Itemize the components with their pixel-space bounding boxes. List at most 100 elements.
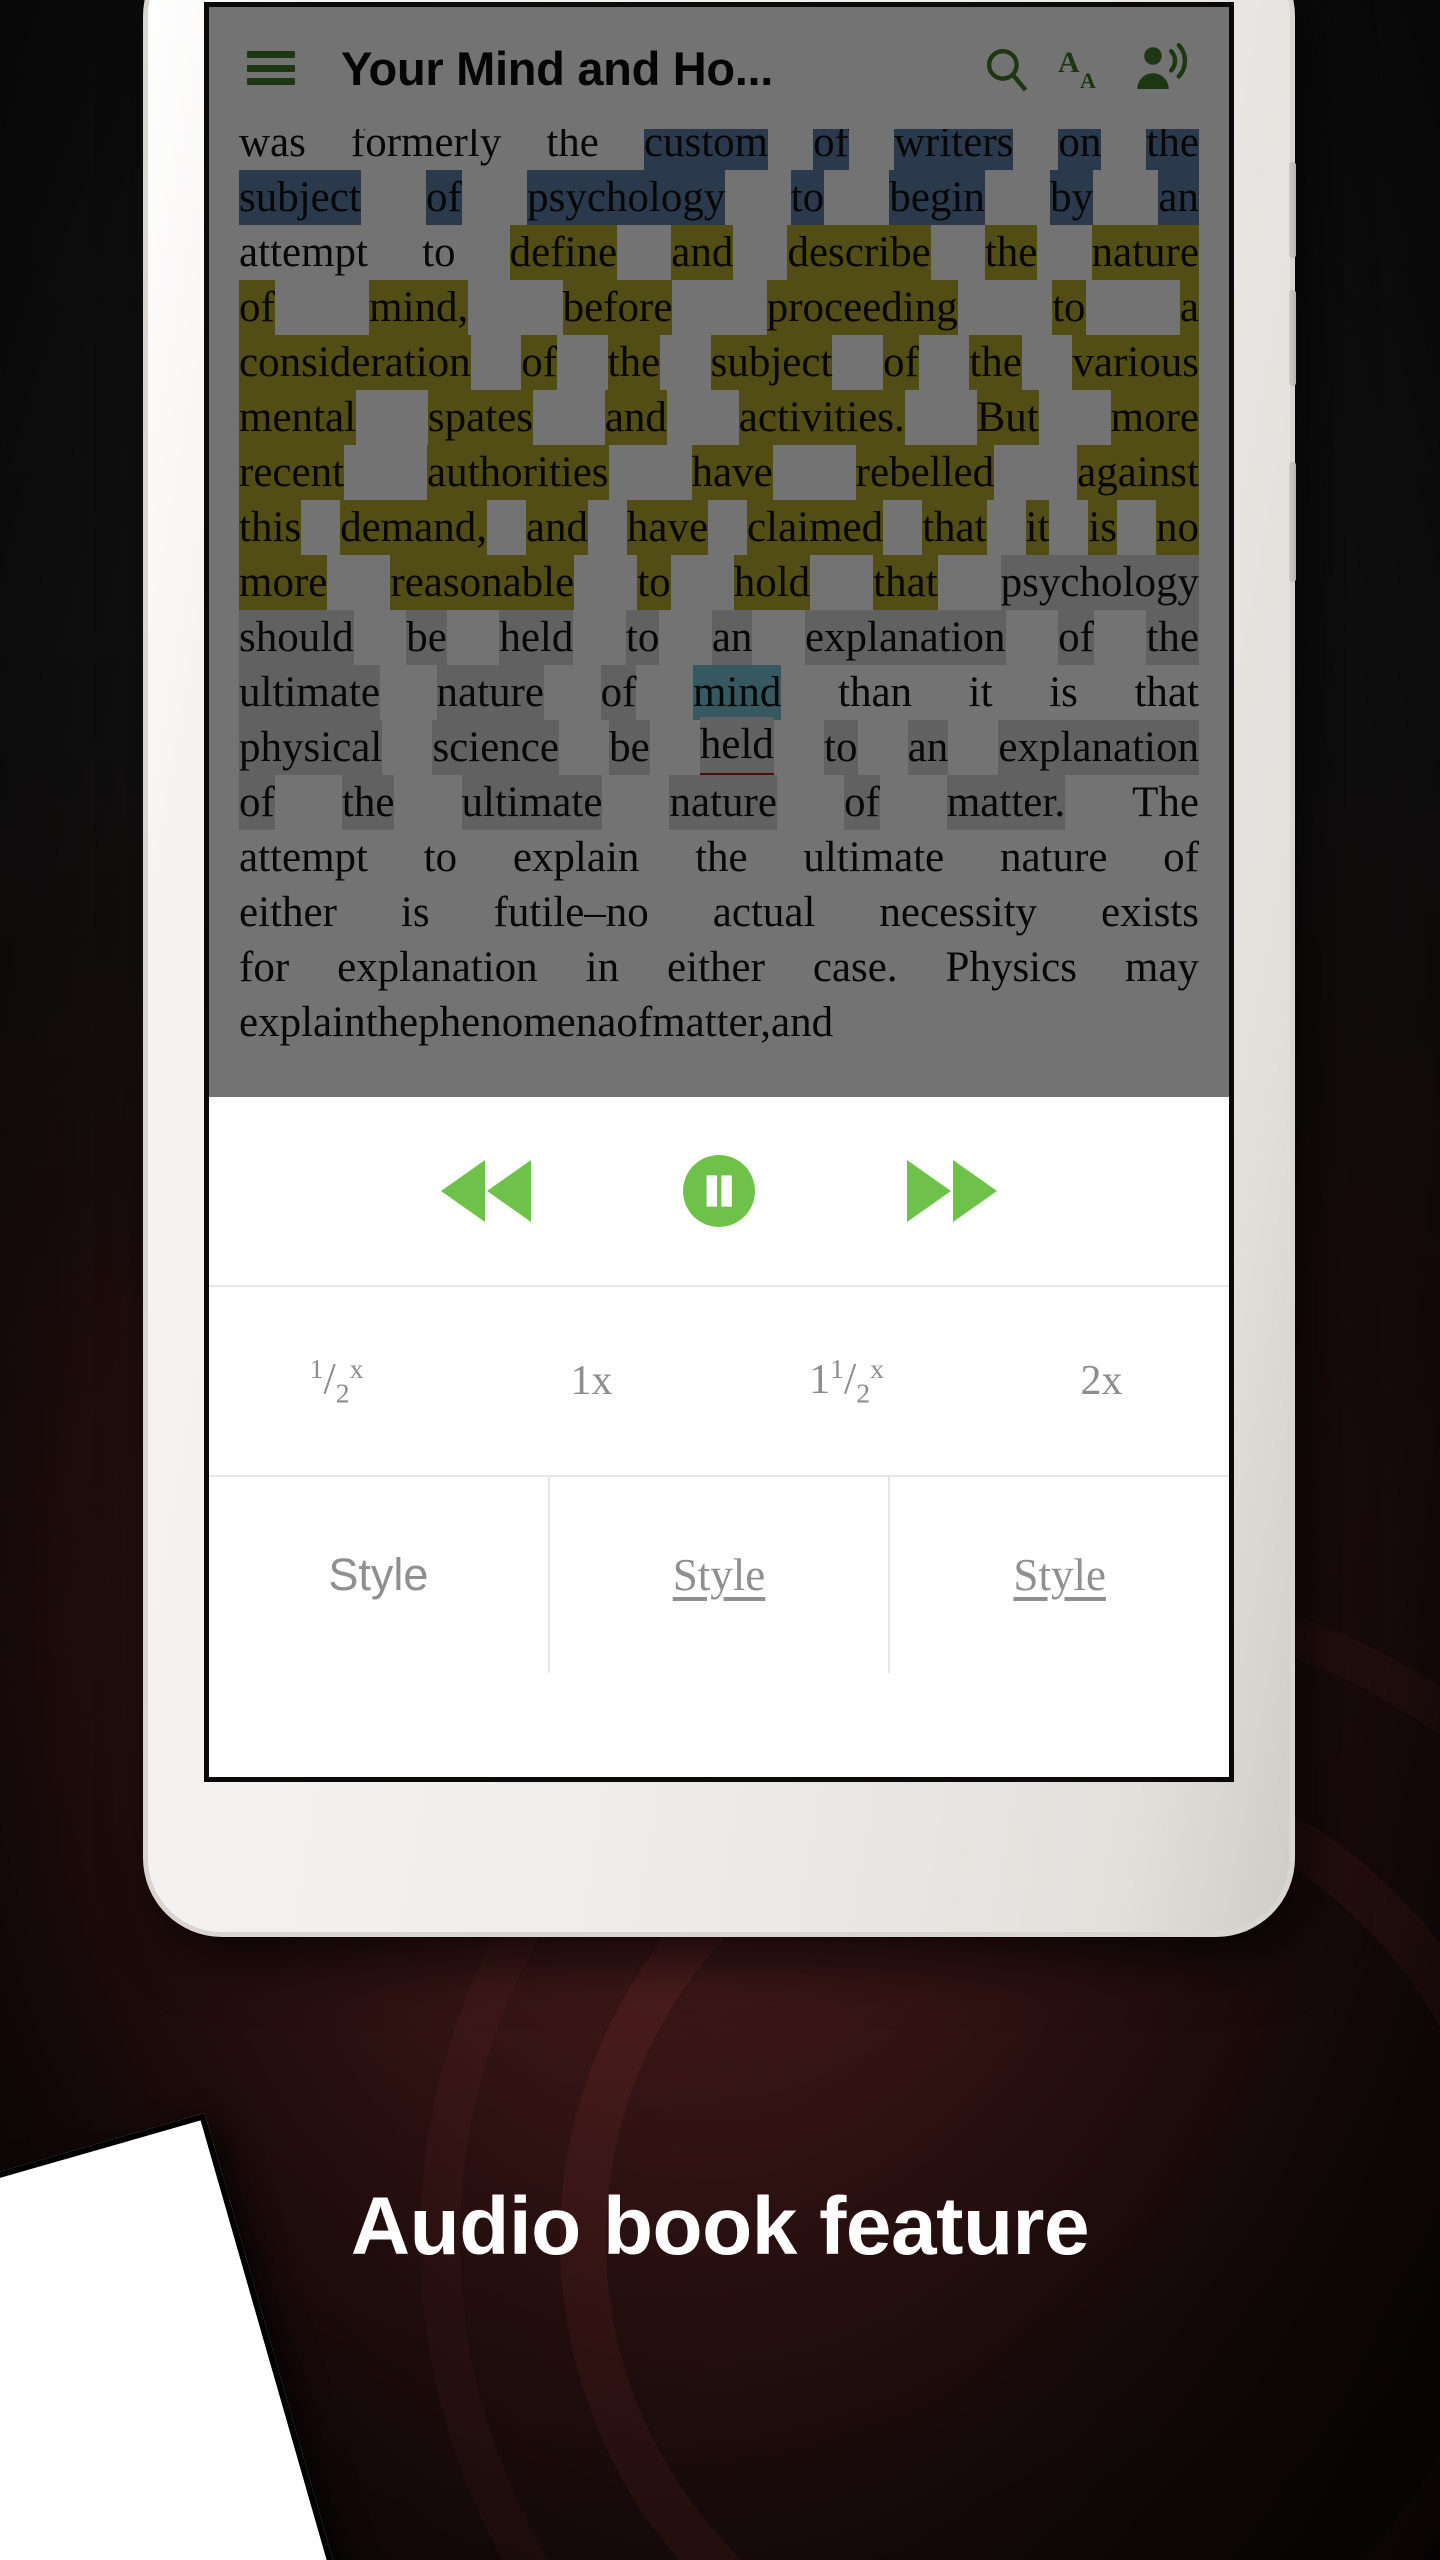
book-word: this — [239, 500, 302, 555]
book-word: a — [1179, 280, 1199, 335]
book-word: nature — [436, 665, 544, 720]
book-word: matter, — [652, 999, 772, 1046]
book-word: define — [509, 225, 618, 280]
app-bar: Your Mind and Ho... A A — [209, 7, 1229, 129]
book-word: explanation — [998, 720, 1199, 775]
book-word: explanation — [804, 610, 1006, 665]
speed-one-suffix: x — [591, 1358, 613, 1404]
svg-text:A: A — [1080, 68, 1096, 93]
svg-text:A: A — [1058, 46, 1080, 79]
book-word: explain — [239, 999, 366, 1046]
search-icon[interactable] — [967, 29, 1045, 107]
book-word: either — [239, 889, 337, 936]
book-word: of — [239, 775, 275, 830]
phone-side-button-volume-up[interactable] — [1289, 162, 1296, 258]
hamburger-menu-icon[interactable] — [243, 45, 299, 91]
book-word: the — [984, 225, 1038, 280]
book-word: no — [1155, 500, 1199, 555]
book-word: physical — [239, 720, 383, 775]
book-word: to — [423, 834, 458, 881]
phone-side-button-volume-down[interactable] — [1289, 290, 1296, 386]
font-size-aa-icon[interactable]: A A — [1045, 29, 1123, 107]
book-text-body: was formerly the custom of writers on the subjec… — [209, 115, 1229, 1050]
book-text-line: physical science be held to an explanation — [239, 717, 1199, 778]
book-word: The — [1132, 779, 1199, 826]
book-word: rebelled — [855, 445, 995, 500]
book-word: attempt — [239, 834, 368, 881]
speed-half-numerator: 1 — [309, 1352, 324, 1384]
book-word: demand, — [340, 500, 487, 555]
style-option-3[interactable]: Style — [888, 1477, 1229, 1673]
speed-half-slash: / — [323, 1353, 336, 1403]
book-text-line: for explanation in either case. Physics may — [239, 940, 1199, 995]
book-word: an — [711, 610, 753, 665]
book-word: of — [1163, 834, 1199, 881]
book-word: held — [699, 717, 774, 778]
book-word: either — [667, 944, 765, 991]
book-word: have — [691, 445, 773, 500]
speed-option-half[interactable]: 1/2x — [209, 1355, 464, 1407]
screenshot-root: nted o ON Your Mind and Ho... — [0, 0, 1440, 2560]
book-word: for — [239, 944, 290, 991]
book-word: the — [695, 834, 748, 881]
book-word: of — [882, 335, 919, 390]
book-word: be — [609, 720, 650, 775]
phone-side-button-power[interactable] — [1289, 462, 1296, 582]
speed-half-denominator: 2 — [335, 1377, 350, 1409]
book-text-line: explain the phenomena of matter, and — [239, 995, 1199, 1050]
book-word: spates — [427, 390, 533, 445]
speed-one-whole: 1 — [570, 1358, 592, 1404]
book-text-line: attempt to explain the ultimate nature of — [239, 830, 1199, 885]
speed-two-whole: 2 — [1080, 1358, 1102, 1404]
book-word: an — [1158, 170, 1199, 225]
book-word: ultimate — [461, 775, 603, 830]
book-word: held — [499, 610, 574, 665]
speed-two-suffix: x — [1101, 1358, 1123, 1404]
rewind-button[interactable] — [439, 1158, 535, 1224]
book-word: of — [1058, 610, 1094, 665]
playback-speed-row: 1/2x 1x 11/2x 2x — [209, 1287, 1229, 1477]
fast-forward-button[interactable] — [903, 1158, 999, 1224]
book-word: futile–no — [493, 889, 649, 936]
book-word: that — [1134, 669, 1199, 716]
speed-option-one-and-half[interactable]: 11/2x — [719, 1355, 974, 1407]
speed-option-one[interactable]: 1x — [464, 1360, 719, 1402]
book-word: in — [585, 944, 620, 991]
pause-button[interactable] — [683, 1155, 755, 1227]
book-word: authorities — [427, 445, 609, 500]
book-word: may — [1124, 944, 1199, 991]
book-word: is — [1088, 500, 1118, 555]
book-word: ultimate — [239, 665, 380, 720]
book-word: describe — [787, 225, 931, 280]
book-text-line: of mind, before proceeding to a — [239, 280, 1199, 335]
speed-option-two[interactable]: 2x — [974, 1360, 1229, 1402]
book-word: phenomena — [418, 999, 617, 1046]
book-word: is — [400, 889, 430, 936]
style-option-2[interactable]: Style — [547, 1477, 889, 1673]
text-to-speech-person-icon[interactable] — [1123, 29, 1201, 107]
book-word: and — [525, 500, 588, 555]
book-word: to — [824, 720, 858, 775]
book-text-line: should be held to an explanation of the — [239, 610, 1199, 665]
book-word: explain — [512, 834, 640, 881]
book-word: subject — [239, 170, 361, 225]
book-word: against — [1077, 445, 1199, 500]
book-text-line: this demand, and have claimed that it is no — [239, 500, 1199, 555]
style-option-1[interactable]: Style — [209, 1477, 548, 1673]
book-word: mind, — [369, 280, 469, 335]
book-word: of — [843, 775, 880, 830]
book-word: explanation — [337, 944, 538, 991]
book-word: recent — [239, 445, 345, 500]
speed-onehalf-slash: / — [843, 1353, 857, 1403]
book-word: of — [521, 335, 558, 390]
book-word: the — [1146, 610, 1199, 665]
book-word: to — [790, 170, 825, 225]
book-word: that — [873, 555, 938, 610]
book-word: nature — [1091, 225, 1199, 280]
page-title: Your Mind and Ho... — [341, 41, 774, 95]
book-word: more — [1110, 390, 1199, 445]
book-word: of — [616, 999, 653, 1046]
book-word: activities. — [738, 390, 905, 445]
book-word: to — [422, 229, 456, 276]
book-word: matter. — [946, 775, 1066, 830]
